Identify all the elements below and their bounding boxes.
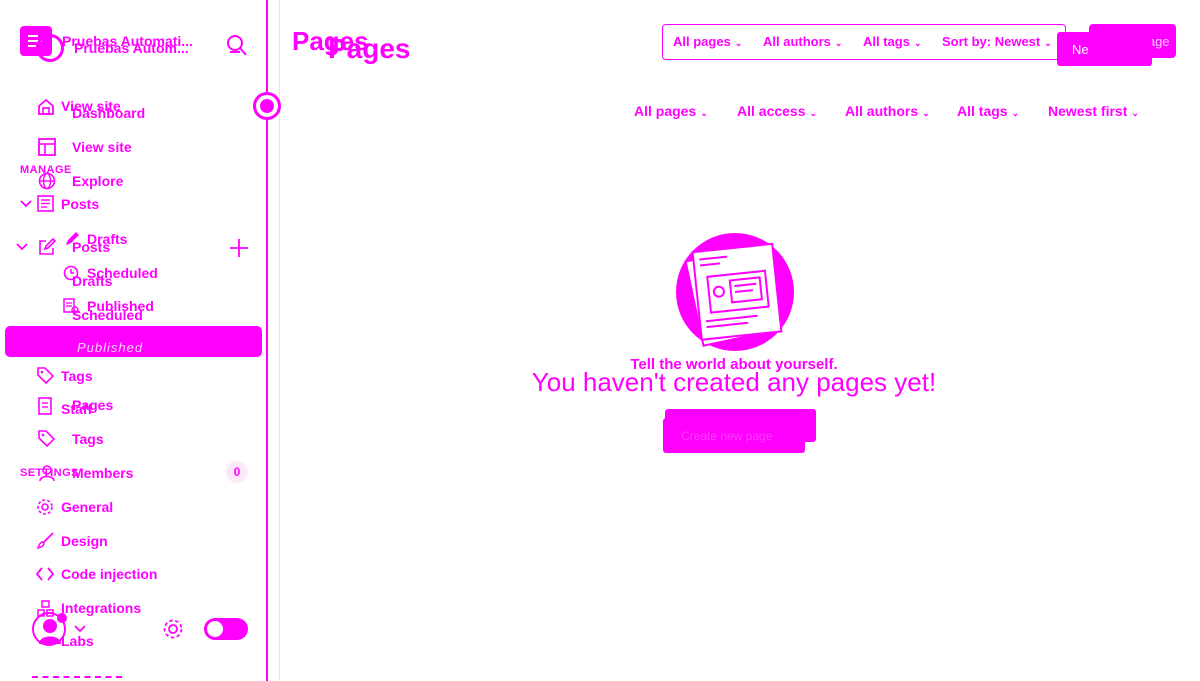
filter-all-access[interactable]: All access ⌄ bbox=[737, 103, 817, 119]
brush-icon bbox=[37, 532, 54, 549]
empty-state-illustration bbox=[675, 232, 795, 352]
filter-label: All authors bbox=[845, 103, 919, 119]
members-icon bbox=[39, 465, 55, 482]
chevron-down-icon: ⌄ bbox=[809, 108, 818, 118]
sidebar-item-posts-front[interactable]: Posts bbox=[61, 196, 99, 212]
chevron-down-icon: ⌄ bbox=[1131, 108, 1139, 118]
filter-label: All pages bbox=[673, 34, 731, 49]
sidebar-resize-handle[interactable] bbox=[253, 92, 281, 120]
sidebar-item-general[interactable]: General bbox=[61, 499, 113, 515]
layout-icon bbox=[38, 138, 56, 156]
sidebar: Pruebas Automati... Pruebas Autom... Vie… bbox=[0, 0, 268, 681]
globe-icon bbox=[38, 172, 56, 190]
toggle-knob bbox=[207, 621, 223, 637]
filter-all-tags[interactable]: All tags ⌄ bbox=[863, 34, 922, 49]
filter-label: All access bbox=[737, 103, 806, 119]
sidebar-item-explore[interactable]: Explore bbox=[72, 173, 123, 189]
chevron-down-icon: ⌄ bbox=[1044, 38, 1052, 48]
new-page-button-secondary[interactable]: Ne bbox=[1057, 32, 1152, 66]
chevron-down-icon: ⌄ bbox=[700, 108, 708, 118]
sidebar-bottom-edge bbox=[32, 676, 122, 680]
create-page-button-secondary[interactable]: Create new page bbox=[663, 418, 805, 453]
members-count: 0 bbox=[233, 465, 241, 479]
filter-all-pages[interactable]: All pages ⌄ bbox=[673, 34, 742, 49]
pages-icon bbox=[38, 397, 52, 415]
chevron-down-icon: ⌄ bbox=[734, 38, 743, 48]
filter-label: All tags bbox=[863, 34, 910, 49]
gear-icon bbox=[37, 499, 53, 515]
sidebar-item-pages[interactable]: Pages bbox=[72, 397, 113, 413]
search-icon[interactable] bbox=[226, 33, 248, 57]
filter-label: Newest first bbox=[1048, 103, 1128, 119]
sidebar-item-tags[interactable]: Tags bbox=[72, 431, 104, 447]
home-icon bbox=[38, 98, 54, 115]
filter-newest-first[interactable]: Newest first ⌄ bbox=[1048, 103, 1139, 119]
sidebar-item-drafts[interactable]: Drafts bbox=[72, 273, 112, 289]
sidebar-item-members[interactable]: Members bbox=[72, 465, 133, 481]
edit-icon bbox=[39, 238, 56, 255]
sidebar-item-dashboard[interactable]: Dashboard bbox=[72, 105, 145, 121]
settings-gear-icon[interactable] bbox=[162, 618, 184, 640]
sidebar-item-integrations[interactable]: Integrations bbox=[61, 600, 141, 616]
site-logo-circle bbox=[36, 34, 64, 62]
tag-icon bbox=[38, 430, 55, 447]
tag-icon bbox=[37, 367, 54, 384]
site-name-secondary[interactable]: Pruebas Autom... bbox=[74, 40, 189, 56]
chevron-down-icon: ⌄ bbox=[922, 108, 930, 118]
filter-sort[interactable]: Sort by: Newest ⌄ bbox=[942, 34, 1052, 49]
chevron-down-icon[interactable] bbox=[20, 199, 32, 209]
filter-all-pages-2[interactable]: All pages ⌄ bbox=[634, 103, 708, 119]
posts-icon bbox=[37, 195, 54, 212]
filter-label: Sort by: Newest bbox=[942, 34, 1041, 49]
avatar-status-dot bbox=[57, 613, 67, 623]
chevron-down-icon: ⌄ bbox=[913, 38, 922, 48]
filter-all-authors-2[interactable]: All authors ⌄ bbox=[845, 103, 930, 119]
pages-illustration-icon bbox=[676, 233, 794, 351]
create-page-label: Create new page bbox=[681, 429, 773, 443]
new-page-label-secondary: Ne bbox=[1072, 42, 1089, 57]
chevron-down-icon: ⌄ bbox=[1011, 108, 1020, 118]
filter-all-tags-2[interactable]: All tags ⌄ bbox=[957, 103, 1019, 119]
sidebar-item-code-injection[interactable]: Code injection bbox=[61, 566, 157, 582]
chevron-down-icon[interactable] bbox=[16, 242, 28, 252]
add-post-icon[interactable] bbox=[229, 238, 249, 258]
sidebar-item-published: Published bbox=[77, 340, 144, 355]
filter-label: All tags bbox=[957, 103, 1008, 119]
members-count-badge: 0 bbox=[226, 461, 248, 483]
chevron-down-icon: ⌄ bbox=[834, 38, 843, 48]
code-icon bbox=[36, 567, 54, 581]
sidebar-item-design[interactable]: Design bbox=[61, 533, 108, 549]
filter-all-authors[interactable]: All authors ⌄ bbox=[763, 34, 842, 49]
resize-handle-dot bbox=[260, 99, 274, 113]
empty-state-heading: You haven't created any pages yet! bbox=[531, 367, 937, 397]
sidebar-item-scheduled[interactable]: Scheduled bbox=[72, 307, 143, 323]
sidebar-item-posts[interactable]: Posts bbox=[72, 239, 110, 255]
sidebar-item-view-site[interactable]: View site bbox=[72, 139, 132, 155]
filter-label: All pages bbox=[634, 103, 697, 119]
filter-label: All authors bbox=[763, 34, 831, 49]
sidebar-item-labs[interactable]: Labs bbox=[61, 633, 94, 649]
page-title-secondary: Pages bbox=[328, 33, 411, 64]
dark-mode-toggle[interactable] bbox=[204, 618, 248, 640]
sidebar-item-tags-front[interactable]: Tags bbox=[61, 368, 93, 384]
sidebar-item-active-highlight[interactable]: Published bbox=[5, 326, 262, 357]
